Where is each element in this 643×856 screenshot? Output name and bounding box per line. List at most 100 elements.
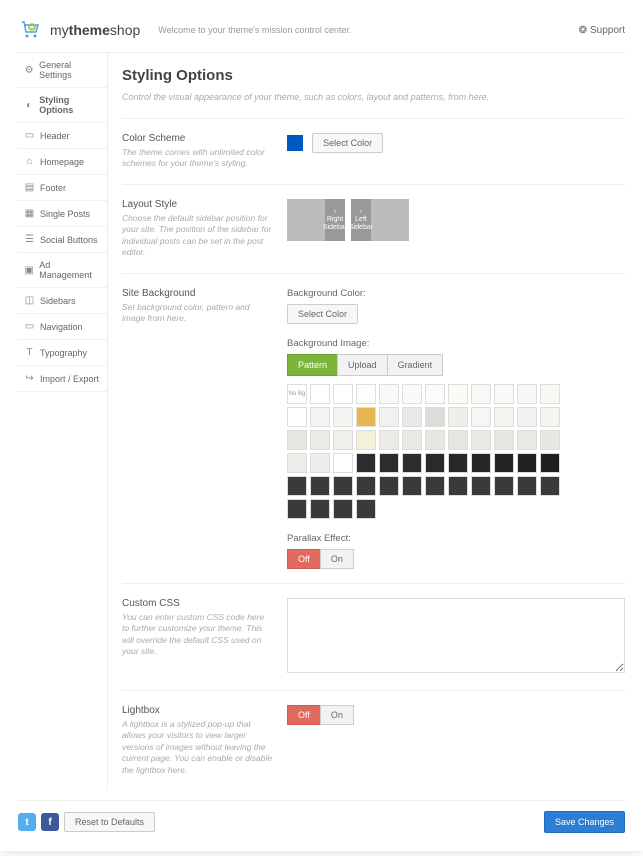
pattern-swatch[interactable] — [471, 430, 491, 450]
sidebar-item-import-export[interactable]: ↪Import / Export — [18, 366, 107, 392]
pattern-swatch[interactable] — [494, 384, 514, 404]
sidebar-item-typography[interactable]: TTypography — [18, 340, 107, 366]
pattern-swatch[interactable] — [333, 499, 353, 519]
pattern-swatch[interactable] — [356, 430, 376, 450]
pattern-swatch[interactable] — [471, 407, 491, 427]
pattern-swatch[interactable] — [402, 384, 422, 404]
pattern-swatch[interactable] — [448, 476, 468, 496]
sidebar-item-label: Ad Management — [39, 260, 101, 280]
pattern-swatch[interactable] — [517, 407, 537, 427]
custom-css-textarea[interactable] — [287, 598, 625, 673]
site-bg-desc: Set background color, pattern and image … — [122, 302, 273, 325]
pattern-swatch[interactable] — [287, 499, 307, 519]
pattern-swatch[interactable] — [494, 407, 514, 427]
sidebar-item-navigation[interactable]: ▭Navigation — [18, 314, 107, 340]
pattern-swatch[interactable] — [448, 430, 468, 450]
pattern-swatch[interactable] — [333, 384, 353, 404]
bgcolor-select-button[interactable]: Select Color — [287, 304, 358, 324]
lightbox-off[interactable]: Off — [287, 705, 321, 725]
support-link[interactable]: ❂ Support — [579, 25, 625, 36]
pattern-swatch[interactable] — [540, 453, 560, 473]
pattern-swatch[interactable] — [287, 407, 307, 427]
pattern-swatch[interactable] — [356, 499, 376, 519]
pattern-swatch[interactable] — [310, 499, 330, 519]
tab-upload[interactable]: Upload — [337, 354, 388, 376]
pattern-swatch[interactable] — [540, 407, 560, 427]
pattern-swatch[interactable] — [379, 476, 399, 496]
pattern-swatch[interactable] — [425, 407, 445, 427]
sidebar-item-styling-options[interactable]: ◐Styling Options — [18, 88, 107, 123]
facebook-icon[interactable]: f — [41, 813, 59, 831]
pattern-swatch[interactable] — [471, 384, 491, 404]
pattern-swatch[interactable] — [310, 384, 330, 404]
pattern-swatch[interactable] — [379, 453, 399, 473]
pattern-swatch[interactable] — [517, 453, 537, 473]
select-color-button[interactable]: Select Color — [312, 133, 383, 153]
pattern-swatch[interactable] — [517, 476, 537, 496]
sidebar-item-header[interactable]: ▭Header — [18, 123, 107, 149]
topbar: M mythemeshop Welcome to your theme's mi… — [18, 18, 625, 52]
pattern-swatch[interactable] — [517, 430, 537, 450]
pattern-swatch[interactable] — [448, 384, 468, 404]
pattern-swatch[interactable] — [402, 453, 422, 473]
pattern-swatch[interactable] — [540, 476, 560, 496]
parallax-off[interactable]: Off — [287, 549, 321, 569]
parallax-on[interactable]: On — [320, 549, 354, 569]
pattern-swatch[interactable] — [287, 476, 307, 496]
tab-gradient[interactable]: Gradient — [387, 354, 444, 376]
pattern-swatch[interactable] — [333, 476, 353, 496]
pattern-swatch[interactable] — [333, 453, 353, 473]
pattern-swatch[interactable] — [333, 407, 353, 427]
pattern-swatch[interactable] — [310, 430, 330, 450]
twitter-icon[interactable]: t — [18, 813, 36, 831]
pattern-swatch[interactable] — [494, 430, 514, 450]
pattern-swatch[interactable] — [517, 384, 537, 404]
pattern-swatch[interactable] — [379, 430, 399, 450]
sidebar-item-homepage[interactable]: ⌂Homepage — [18, 149, 107, 175]
pattern-swatch[interactable] — [356, 476, 376, 496]
sidebar-item-sidebars[interactable]: ◫Sidebars — [18, 288, 107, 314]
pattern-swatch[interactable] — [471, 453, 491, 473]
pattern-swatch[interactable] — [287, 430, 307, 450]
tab-pattern[interactable]: Pattern — [287, 354, 338, 376]
sidebar-item-label: Footer — [40, 183, 66, 193]
pattern-swatch[interactable] — [448, 407, 468, 427]
pattern-swatch[interactable] — [402, 407, 422, 427]
pattern-swatch[interactable] — [287, 453, 307, 473]
pattern-swatch[interactable] — [333, 430, 353, 450]
pattern-swatch[interactable] — [425, 430, 445, 450]
pattern-swatch[interactable] — [379, 384, 399, 404]
pattern-swatch[interactable] — [310, 453, 330, 473]
pattern-swatch[interactable] — [310, 476, 330, 496]
pattern-swatch[interactable] — [402, 430, 422, 450]
layout-option-left-sidebar[interactable]: ‹LeftSidebar — [351, 199, 409, 241]
pattern-swatch[interactable] — [448, 453, 468, 473]
pattern-swatch[interactable] — [356, 407, 376, 427]
sidebar-item-footer[interactable]: ▤Footer — [18, 175, 107, 201]
layout-option-right-sidebar[interactable]: ›RightSidebar — [287, 199, 345, 241]
pattern-swatch[interactable] — [379, 407, 399, 427]
sidebar-item-single-posts[interactable]: ▦Single Posts — [18, 201, 107, 227]
pattern-swatch[interactable] — [540, 384, 560, 404]
lightbox-title: Lightbox — [122, 705, 273, 716]
pattern-swatch[interactable] — [494, 476, 514, 496]
reset-defaults-button[interactable]: Reset to Defaults — [64, 812, 155, 832]
pattern-swatch[interactable] — [425, 476, 445, 496]
pattern-no-bg[interactable]: No Bg — [287, 384, 307, 404]
pattern-swatch[interactable] — [471, 476, 491, 496]
pattern-swatch[interactable] — [425, 384, 445, 404]
pattern-swatch[interactable] — [356, 453, 376, 473]
sidebar-item-ad-management[interactable]: ▣Ad Management — [18, 253, 107, 288]
sidebar-item-general-settings[interactable]: ⚙General Settings — [18, 53, 107, 88]
pattern-swatch[interactable] — [540, 430, 560, 450]
sidebar-item-social-buttons[interactable]: ☰Social Buttons — [18, 227, 107, 253]
pattern-swatch[interactable] — [356, 384, 376, 404]
pattern-swatch[interactable] — [494, 453, 514, 473]
page-title: Styling Options — [122, 67, 625, 84]
save-changes-button[interactable]: Save Changes — [544, 811, 625, 833]
lightbox-on[interactable]: On — [320, 705, 354, 725]
pattern-swatch[interactable] — [310, 407, 330, 427]
pattern-swatch[interactable] — [402, 476, 422, 496]
color-swatch[interactable] — [287, 135, 303, 151]
pattern-swatch[interactable] — [425, 453, 445, 473]
